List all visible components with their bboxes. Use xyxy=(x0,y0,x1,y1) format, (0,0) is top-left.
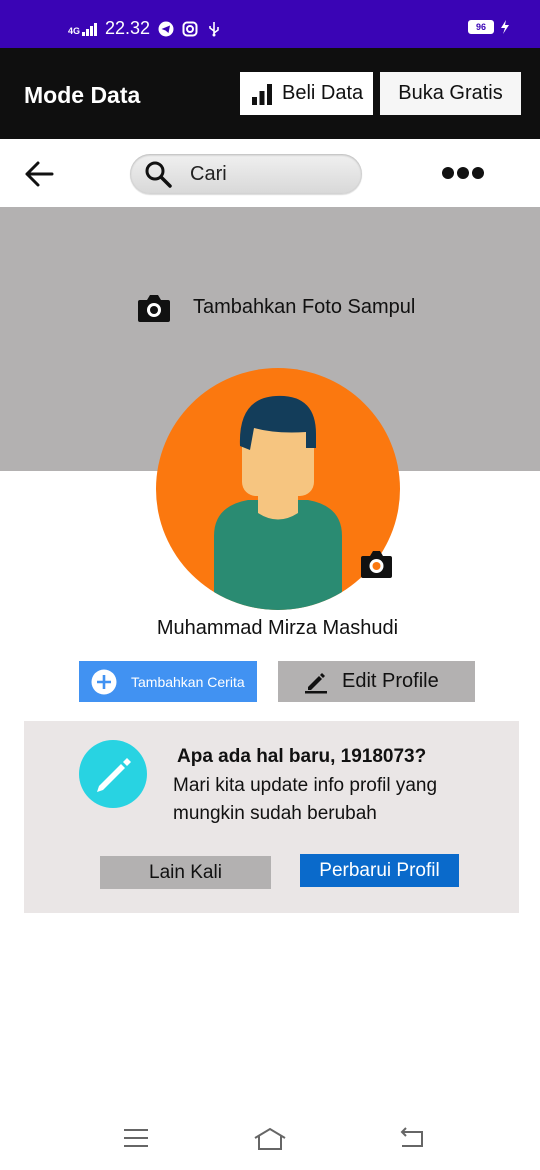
instagram-icon xyxy=(182,21,198,36)
cellular-signal: 4G xyxy=(68,22,98,36)
top-nav: Cari xyxy=(0,139,540,207)
update-profile-card: Apa ada hal baru, 1918073? Mari kita upd… xyxy=(24,721,519,913)
camera-icon xyxy=(138,295,170,322)
change-avatar-camera-icon[interactable] xyxy=(360,549,393,579)
charging-icon xyxy=(501,20,509,34)
status-left: 4G 22.32 xyxy=(68,18,222,39)
pencil-icon xyxy=(305,672,327,693)
beli-data-button[interactable]: Beli Data xyxy=(240,72,373,115)
search-bar[interactable]: Cari xyxy=(130,154,362,194)
beli-data-label: Beli Data xyxy=(282,82,364,104)
status-time: 22.32 xyxy=(105,18,151,38)
profile-name: Muhammad Mirza Mashudi xyxy=(156,617,399,639)
edit-circle-icon xyxy=(79,740,147,808)
system-nav-bar xyxy=(0,1110,540,1170)
back-arrow-icon[interactable] xyxy=(22,159,56,189)
update-profile-label: Perbarui Profil xyxy=(319,859,440,881)
later-label: Lain Kali xyxy=(149,861,222,883)
network-type: 4G xyxy=(68,25,81,36)
edit-profile-label: Edit Profile xyxy=(342,670,439,692)
back-nav-icon[interactable] xyxy=(396,1126,426,1150)
status-right: 96 xyxy=(468,20,510,34)
more-options-icon[interactable] xyxy=(440,165,486,181)
buka-gratis-label: Buka Gratis xyxy=(398,82,503,104)
bar-chart-icon xyxy=(252,83,272,105)
card-description: Mari kita update info profil yang mungki… xyxy=(173,775,438,824)
add-story-button[interactable]: Tambahkan Cerita xyxy=(79,661,257,702)
battery-icon: 96 xyxy=(468,20,494,34)
mode-data-bar: Mode Data Beli Data Buka Gratis xyxy=(0,48,540,139)
later-button[interactable]: Lain Kali xyxy=(100,856,271,889)
add-cover-photo-label: Tambahkan Foto Sampul xyxy=(193,296,416,318)
mode-data-title: Mode Data xyxy=(24,82,141,108)
status-bar: 4G 22.32 96 xyxy=(0,0,540,48)
menu-icon[interactable] xyxy=(122,1126,150,1150)
pencil-icon xyxy=(97,758,131,792)
card-question: Apa ada hal baru, 1918073? xyxy=(177,746,427,767)
usb-icon xyxy=(209,21,219,36)
signal-icon xyxy=(82,22,98,36)
update-profile-button[interactable]: Perbarui Profil xyxy=(300,854,459,887)
add-story-label: Tambahkan Cerita xyxy=(131,673,245,690)
home-icon[interactable] xyxy=(252,1126,288,1152)
buka-gratis-button[interactable]: Buka Gratis xyxy=(380,72,521,115)
search-icon xyxy=(145,161,172,188)
search-label: Cari xyxy=(190,162,227,185)
telegram-icon xyxy=(158,21,174,36)
plus-circle-icon xyxy=(91,669,117,694)
edit-profile-button[interactable]: Edit Profile xyxy=(278,661,475,702)
